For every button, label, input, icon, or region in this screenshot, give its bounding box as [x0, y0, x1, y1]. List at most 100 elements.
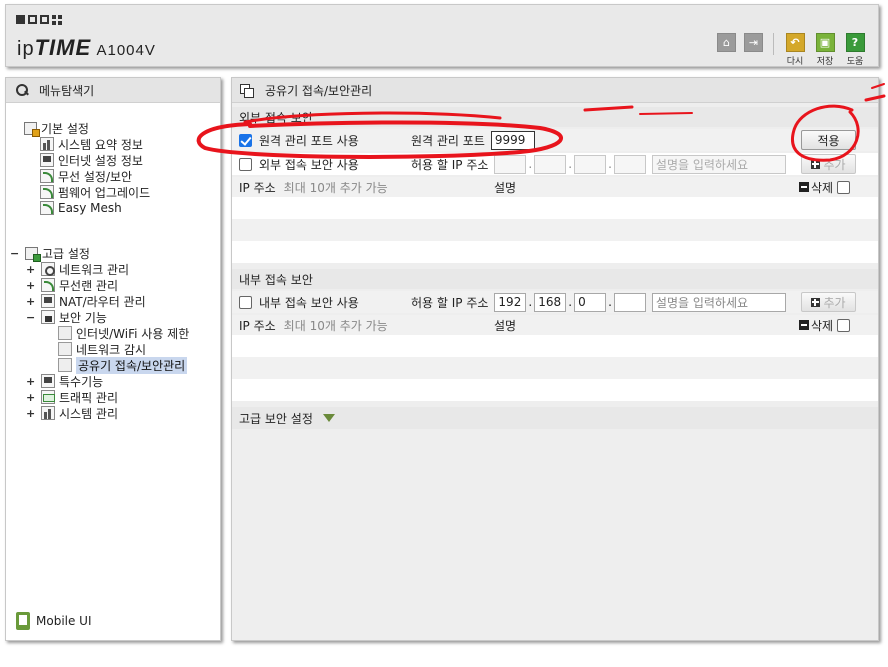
tree-item-label: 보안 기능 — [59, 310, 107, 325]
mobile-ui-label: Mobile UI — [36, 614, 92, 628]
menu-explorer: 메뉴탐색기 기본 설정 시스템 요약 정보 인터넷 설정 정보 무선 설정/보안… — [5, 77, 221, 641]
logo-square-hollow — [28, 15, 37, 24]
apply-button[interactable]: 적용 — [801, 130, 856, 150]
lock-icon — [41, 310, 55, 324]
internal-ip-octet-4[interactable] — [613, 292, 646, 312]
internal-ip-octet-2[interactable]: 168 — [534, 292, 567, 312]
tree-group-basic[interactable]: 기본 설정 — [24, 120, 89, 137]
tree-item-label: 네트워크 관리 — [59, 262, 130, 277]
page-icon — [58, 326, 72, 340]
remote-port-checkbox-label: 원격 관리 포트 사용 — [259, 133, 359, 148]
toolbar-divider — [773, 33, 774, 55]
col-desc-header: 설명 — [494, 180, 517, 195]
help-icon: ? — [845, 33, 865, 52]
logo-square-hollow-2 — [40, 15, 49, 24]
page-title: 공유기 접속/보안관리 — [265, 83, 373, 98]
delete-all-checkbox[interactable] — [837, 180, 851, 194]
internal-table-empty-2 — [232, 357, 878, 379]
remote-port-input[interactable]: 9999 — [490, 130, 535, 150]
external-section-label: 외부 접속 보안 — [239, 110, 313, 125]
delete-all-checkbox[interactable] — [837, 318, 851, 332]
internal-ip-octet-3[interactable]: 0 — [574, 292, 607, 312]
tree-item-easy-mesh[interactable]: Easy Mesh — [40, 200, 122, 216]
pages-icon — [240, 83, 254, 98]
external-ip-octet-3[interactable] — [574, 154, 607, 174]
logo-squares — [16, 15, 62, 25]
brand-time: TIME — [34, 35, 92, 60]
header-toolbar: ⌂ ⇥ ↶ 다시 ▣ 저장 ? 도움 — [717, 33, 866, 67]
brand-ip: ip — [17, 38, 35, 60]
external-table-header: IP 주소 최대 10개 추가 가능 설명 삭제 — [232, 177, 878, 197]
expand-icon[interactable]: + — [26, 263, 35, 276]
tree-item-firmware[interactable]: 펌웨어 업그레이드 — [40, 184, 150, 200]
internal-table-header: IP 주소 최대 10개 추가 가능 설명 삭제 — [232, 315, 878, 335]
save-label: 저장 — [816, 57, 834, 67]
external-add-button[interactable]: 추가 — [801, 154, 856, 174]
tree-item-system-summary[interactable]: 시스템 요약 정보 — [40, 136, 143, 152]
internal-access-checkbox[interactable] — [239, 295, 252, 309]
remote-port-checkbox[interactable] — [239, 133, 252, 147]
internal-desc-input[interactable]: 설명을 입력하세요 — [651, 292, 786, 312]
collapse-icon[interactable]: − — [10, 247, 19, 260]
expand-icon[interactable]: + — [26, 295, 35, 308]
router-icon — [41, 294, 55, 308]
tree-item-traffic[interactable]: + 트래픽 관리 — [26, 389, 118, 405]
external-ip-octet-4[interactable] — [613, 154, 646, 174]
tree-item-security[interactable]: − 보안 기능 — [26, 309, 107, 325]
external-ip-octet-1[interactable] — [494, 154, 527, 174]
remote-port-label: 원격 관리 포트 — [411, 133, 485, 148]
wifi-icon — [40, 169, 54, 183]
expand-icon[interactable]: + — [26, 279, 35, 292]
brand-logo: ipTIME A1004V — [17, 35, 156, 61]
save-button[interactable]: ▣ 저장 — [814, 33, 836, 67]
home-icon[interactable]: ⌂ — [717, 33, 736, 52]
collapse-icon[interactable]: − — [26, 311, 35, 324]
expand-icon[interactable]: + — [26, 391, 35, 404]
traffic-icon — [41, 390, 55, 404]
external-access-checkbox[interactable] — [239, 157, 252, 171]
internal-section-label: 내부 접속 보안 — [239, 272, 313, 287]
undo-button[interactable]: ↶ 다시 — [784, 33, 806, 67]
tree-item-label: 특수기능 — [59, 374, 104, 389]
wifi-icon — [41, 278, 55, 292]
external-ip-octet-2[interactable] — [534, 154, 567, 174]
tree-item-system[interactable]: + 시스템 관리 — [26, 405, 118, 421]
expand-icon[interactable]: + — [26, 375, 35, 388]
external-desc-input[interactable]: 설명을 입력하세요 — [651, 154, 786, 174]
tree-item-network-monitor[interactable]: 네트워크 감시 — [58, 341, 146, 357]
tree-item-special[interactable]: + 특수기능 — [26, 373, 103, 389]
minus-icon[interactable] — [799, 320, 809, 330]
internal-table-empty-1 — [232, 335, 878, 357]
plus-icon — [811, 297, 821, 307]
phone-icon — [16, 612, 30, 630]
col-delete-header: 삭제 — [811, 318, 834, 333]
tree-item-network[interactable]: + 네트워크 관리 — [26, 261, 129, 277]
main-panel: 공유기 접속/보안관리 외부 접속 보안 원격 관리 포트 사용 원격 관리 포… — [231, 77, 879, 641]
mobile-ui-link[interactable]: Mobile UI — [16, 612, 92, 630]
tree-item-label: 트래픽 관리 — [59, 390, 119, 405]
expand-icon[interactable]: + — [26, 407, 35, 420]
col-desc-header: 설명 — [494, 318, 517, 333]
menu-explorer-title: 메뉴탐색기 — [39, 83, 95, 98]
expand-triangle-icon[interactable] — [322, 414, 335, 422]
tree-group-advanced[interactable]: − 고급 설정 — [10, 245, 90, 262]
external-table-empty-2 — [232, 219, 878, 241]
tree-item-nat[interactable]: + NAT/라우터 관리 — [26, 293, 146, 309]
internal-ip-octet-1[interactable]: 192 — [494, 292, 527, 312]
tree-item-label: Easy Mesh — [58, 201, 122, 215]
minus-icon[interactable] — [799, 182, 809, 192]
tree-item-internet-info[interactable]: 인터넷 설정 정보 — [40, 152, 143, 168]
external-access-row: 외부 접속 보안 사용 허용 할 IP 주소 . . . 설명을 입력하세요 추… — [232, 153, 878, 175]
tree-item-access-security[interactable]: 공유기 접속/보안관리 — [58, 356, 188, 374]
logout-icon[interactable]: ⇥ — [744, 33, 763, 52]
app-header: ipTIME A1004V ⌂ ⇥ ↶ 다시 ▣ 저장 ? 도움 — [5, 4, 879, 67]
external-add-label: 추가 — [823, 157, 846, 172]
help-button[interactable]: ? 도움 — [844, 33, 866, 67]
tree-item-label: NAT/라우터 관리 — [59, 294, 146, 309]
tree-item-internet-limit[interactable]: 인터넷/WiFi 사용 제한 — [58, 325, 189, 341]
advanced-section-title[interactable]: 고급 보안 설정 — [232, 407, 878, 429]
tree-item-wlan[interactable]: + 무선랜 관리 — [26, 277, 118, 293]
advanced-section-label: 고급 보안 설정 — [239, 411, 313, 426]
tree-item-wireless[interactable]: 무선 설정/보안 — [40, 168, 132, 184]
internal-add-button[interactable]: 추가 — [801, 292, 856, 312]
